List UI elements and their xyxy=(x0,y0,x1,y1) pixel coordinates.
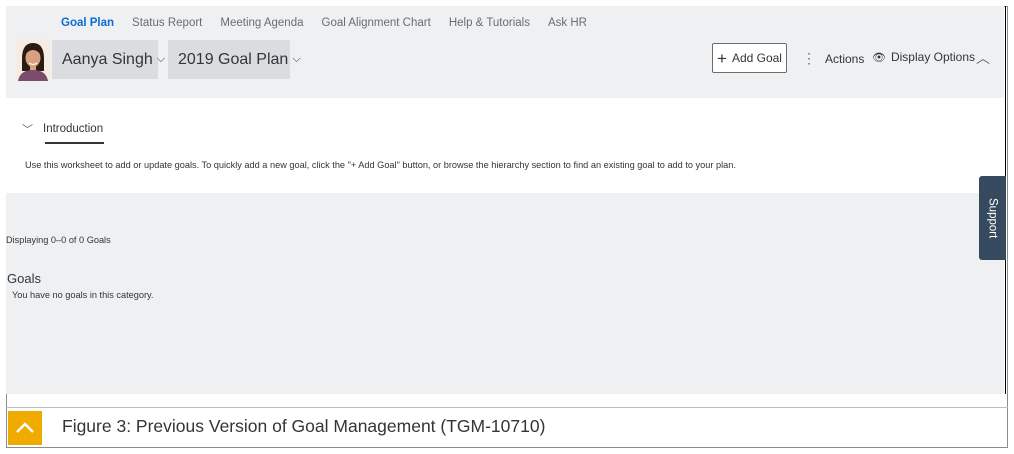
support-tab[interactable]: Support xyxy=(979,176,1006,260)
nav-meeting-agenda[interactable]: Meeting Agenda xyxy=(220,17,303,35)
add-goal-label: Add Goal xyxy=(731,51,782,65)
goals-heading: Goals xyxy=(7,271,41,286)
introduction-label: Introduction xyxy=(43,123,104,135)
chevron-down-icon: ⌵ xyxy=(292,53,301,65)
caption-divider xyxy=(6,407,1008,408)
user-photo xyxy=(16,39,50,81)
support-label: Support xyxy=(986,197,999,239)
actions-label: Actions xyxy=(825,51,865,66)
goals-count-text: Displaying 0–0 of 0 Goals xyxy=(6,235,111,245)
nav-help-tutorials[interactable]: Help & Tutorials xyxy=(449,17,530,35)
vertical-dots-icon: ⋮ xyxy=(802,50,816,66)
introduction-text: Use this worksheet to add or update goal… xyxy=(25,160,736,170)
introduction-toggle[interactable]: ﹀ Introduction xyxy=(22,121,103,137)
tab-underline xyxy=(45,142,104,144)
plan-name: 2019 Goal Plan xyxy=(178,50,289,68)
goal-plan-app: Goal Plan Status Report Meeting Agenda G… xyxy=(6,6,1004,394)
user-selector[interactable]: Aanya Singh ⌵ xyxy=(52,40,165,79)
chevron-up-icon xyxy=(16,422,34,433)
chevron-down-icon: ⌵ xyxy=(156,53,166,65)
display-options-label: Display Options xyxy=(890,50,976,64)
plus-icon: + xyxy=(717,48,727,68)
figure-caption: Figure 3: Previous Version of Goal Manag… xyxy=(62,416,546,436)
nav-ask-hr[interactable]: Ask HR xyxy=(548,17,587,35)
display-options-button[interactable]: 👁 Display Options xyxy=(872,50,975,64)
empty-goals-message: You have no goals in this category. xyxy=(12,290,154,300)
introduction-panel: ﹀ Introduction Use this worksheet to add… xyxy=(6,98,1004,193)
user-name: Aanya Singh xyxy=(62,50,153,68)
chevron-up-icon[interactable]: ︿ xyxy=(976,48,990,68)
chevron-down-icon: ﹀ xyxy=(22,124,33,136)
top-navigation: Goal Plan Status Report Meeting Agenda G… xyxy=(61,17,605,35)
actions-button[interactable]: ⋮ Actions xyxy=(802,50,864,67)
nav-goal-plan[interactable]: Goal Plan xyxy=(61,17,114,35)
caption-toggle[interactable] xyxy=(8,411,42,445)
nav-goal-alignment-chart[interactable]: Goal Alignment Chart xyxy=(322,17,431,35)
add-goal-button[interactable]: + Add Goal xyxy=(712,43,787,73)
eye-icon: 👁 xyxy=(872,51,886,64)
avatar[interactable] xyxy=(16,39,50,81)
nav-status-report[interactable]: Status Report xyxy=(132,17,202,35)
plan-selector[interactable]: 2019 Goal Plan ⌵ xyxy=(168,40,301,79)
